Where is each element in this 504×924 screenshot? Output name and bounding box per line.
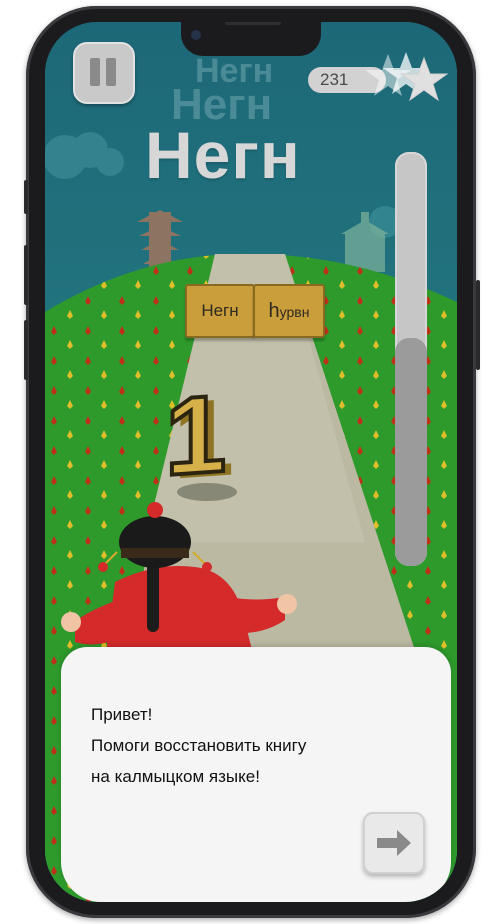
intro-dialog: Привет! Помоги восстановить книгу на кал… bbox=[61, 647, 451, 902]
word-card-hurvn-rest: урвн bbox=[279, 304, 310, 320]
progress-bar-fill bbox=[395, 338, 427, 566]
word-card-hurvn-letter: h bbox=[268, 300, 280, 322]
game-screen: 231 Негн Негн Негн Негн hурвн 1 Привет! … bbox=[45, 22, 457, 902]
dialog-line-greeting: Привет! bbox=[91, 705, 153, 724]
volume-down-button bbox=[24, 320, 28, 380]
front-camera bbox=[191, 30, 201, 40]
power-button bbox=[476, 280, 480, 370]
word-card-hurvn[interactable]: hурвн bbox=[253, 284, 325, 338]
dialog-message: Привет! Помоги восстановить книгу на кал… bbox=[91, 699, 306, 792]
pause-icon-bar-right bbox=[106, 58, 116, 86]
pause-icon-bar-left bbox=[90, 58, 100, 86]
number-display: 1 bbox=[163, 370, 228, 501]
dialog-line-language: на калмыцком языке! bbox=[91, 767, 260, 786]
target-word: Негн bbox=[145, 118, 301, 192]
speaker-grille bbox=[225, 22, 281, 25]
volume-up-button bbox=[24, 245, 28, 305]
pause-button[interactable] bbox=[73, 42, 135, 104]
dialog-line-instruction: Помоги восстановить книгу bbox=[91, 736, 307, 755]
arrow-right-icon bbox=[377, 830, 411, 856]
next-button[interactable] bbox=[363, 812, 425, 874]
word-card-negn[interactable]: Негн bbox=[185, 284, 255, 338]
mute-switch bbox=[24, 180, 28, 214]
phone-notch bbox=[181, 22, 321, 56]
progress-bar bbox=[395, 152, 427, 566]
word-card-negn-label: Негн bbox=[201, 301, 239, 320]
stars-icon bbox=[365, 52, 448, 102]
